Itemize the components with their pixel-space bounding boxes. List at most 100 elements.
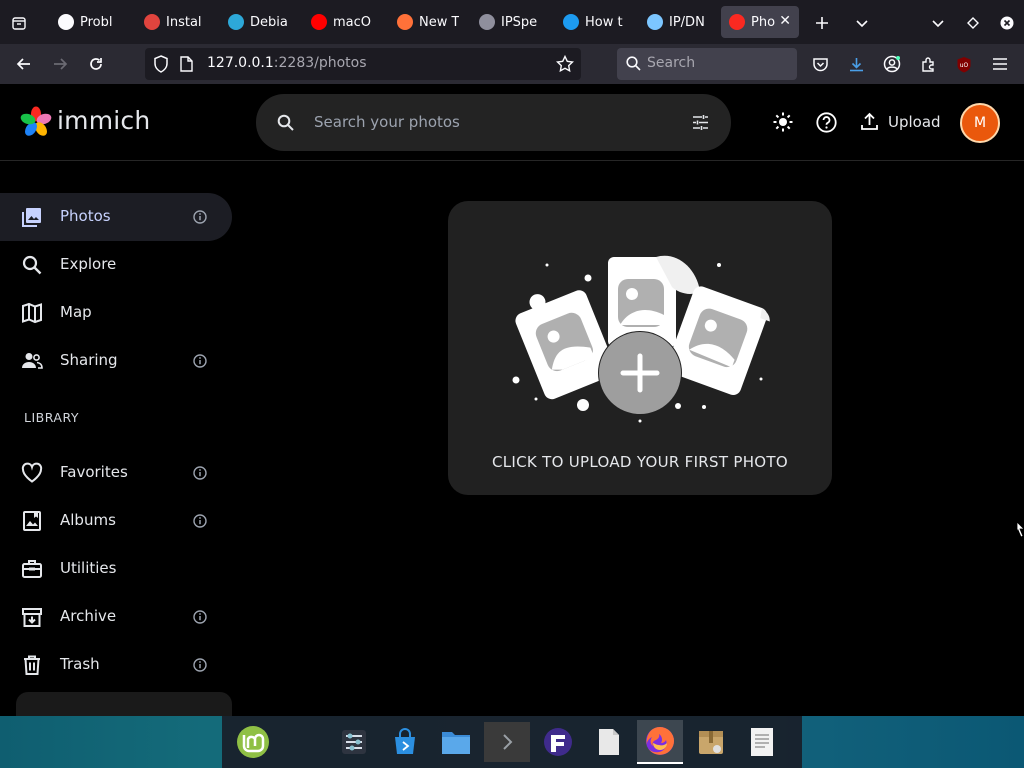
text-file-icon[interactable] bbox=[586, 720, 632, 764]
hamburger-menu-icon[interactable] bbox=[986, 50, 1014, 78]
tab-list-icon[interactable] bbox=[8, 12, 30, 34]
system-settings-icon[interactable] bbox=[331, 720, 377, 764]
sidebar-item-label: Albums bbox=[60, 511, 116, 529]
files-icon[interactable] bbox=[433, 720, 479, 764]
info-icon[interactable] bbox=[193, 658, 207, 672]
pocket-icon[interactable] bbox=[806, 50, 834, 78]
storage-panel bbox=[16, 692, 232, 716]
help-icon[interactable] bbox=[816, 112, 837, 137]
info-icon[interactable] bbox=[193, 466, 207, 480]
avatar-initial: M bbox=[973, 115, 987, 131]
mouse-cursor-icon bbox=[1016, 521, 1024, 538]
browser-tab[interactable]: New T bbox=[389, 6, 467, 38]
debian-icon bbox=[228, 14, 244, 30]
browser-tab[interactable]: Pho ✕ bbox=[721, 6, 799, 38]
archive-manager-icon[interactable] bbox=[688, 720, 734, 764]
info-icon[interactable] bbox=[193, 610, 207, 624]
mint-menu-icon[interactable] bbox=[230, 720, 276, 764]
page-icon[interactable] bbox=[180, 56, 193, 76]
info-icon[interactable] bbox=[193, 210, 207, 224]
sidebar-item-trash[interactable]: Trash bbox=[0, 641, 232, 689]
upload-button[interactable]: Upload bbox=[888, 113, 941, 131]
network-icon bbox=[647, 14, 663, 30]
chrome-icon bbox=[144, 14, 160, 30]
tab-title: macO bbox=[333, 14, 372, 30]
photo-search-input[interactable]: Search your photos bbox=[314, 113, 460, 131]
map-icon bbox=[22, 302, 42, 324]
immich-icon bbox=[729, 14, 745, 30]
text-editor-icon[interactable] bbox=[739, 720, 785, 764]
software-store-icon[interactable] bbox=[382, 720, 428, 764]
browser-tab[interactable]: IP/DN bbox=[639, 6, 717, 38]
tab-title: Instal bbox=[166, 14, 202, 30]
window-close-icon[interactable] bbox=[996, 12, 1018, 34]
browser-tab[interactable]: Instal bbox=[136, 6, 216, 38]
sidebar-item-label: Photos bbox=[60, 207, 111, 225]
url-text[interactable]: 127.0.0.1:2283/photos bbox=[207, 55, 367, 71]
sidebar-item-map[interactable]: Map bbox=[0, 289, 232, 337]
info-icon[interactable] bbox=[193, 514, 207, 528]
sidebar-item-favorites[interactable]: Favorites bbox=[0, 449, 232, 497]
shield-icon[interactable] bbox=[153, 55, 169, 77]
browser-tab[interactable]: How t bbox=[555, 6, 635, 38]
sidebar-item-label: Favorites bbox=[60, 463, 128, 481]
trash-icon bbox=[24, 655, 40, 675]
sidebar-item-archive[interactable]: Archive bbox=[0, 593, 232, 641]
immich-logo-icon[interactable] bbox=[20, 106, 52, 142]
tab-title: Pho bbox=[751, 14, 776, 30]
firefox-icon[interactable] bbox=[637, 720, 683, 764]
upload-first-photo-card[interactable]: CLICK TO UPLOAD YOUR FIRST PHOTO bbox=[448, 201, 832, 495]
window-maximize-icon[interactable] bbox=[962, 12, 984, 34]
upload-prompt-text[interactable]: CLICK TO UPLOAD YOUR FIRST PHOTO bbox=[448, 453, 832, 471]
url-bar[interactable]: 127.0.0.1:2283/photos bbox=[145, 48, 581, 80]
back-arrow-icon[interactable] bbox=[10, 50, 38, 78]
sidebar-item-label: Archive bbox=[60, 607, 117, 625]
info-icon[interactable] bbox=[193, 354, 207, 368]
sidebar-item-sharing[interactable]: Sharing bbox=[0, 337, 232, 385]
sidebar-item-label: Sharing bbox=[60, 351, 118, 369]
sidebar-item-utilities[interactable]: Utilities bbox=[0, 545, 232, 593]
bookmark-star-icon[interactable] bbox=[555, 54, 575, 77]
upload-illustration bbox=[512, 255, 770, 423]
browser-tab-strip: Probl Instal Debia macO New T IPSpe How t IP/DN… bbox=[0, 0, 1024, 44]
photo-search-bar[interactable]: Search your photos bbox=[256, 94, 731, 151]
browser-tab[interactable]: Debia bbox=[220, 6, 299, 38]
magnify-icon bbox=[22, 255, 42, 275]
browser-tab[interactable]: macO bbox=[303, 6, 385, 38]
sidebar-item-albums[interactable]: Albums bbox=[0, 497, 232, 545]
search-placeholder: Search bbox=[647, 55, 696, 71]
tab-title: Probl bbox=[80, 14, 113, 30]
sidebar-item-photos[interactable]: Photos bbox=[0, 193, 232, 241]
downloads-icon[interactable] bbox=[842, 50, 870, 78]
search-icon bbox=[626, 56, 641, 75]
user-avatar[interactable]: M bbox=[960, 103, 1000, 143]
browser-search-field[interactable]: Search bbox=[617, 48, 797, 80]
app-logo-text[interactable]: immich bbox=[57, 106, 150, 135]
tab-overflow-chevron-icon[interactable] bbox=[851, 12, 873, 34]
upload-icon[interactable] bbox=[860, 112, 879, 135]
account-icon[interactable] bbox=[878, 50, 906, 78]
filter-options-icon[interactable] bbox=[692, 114, 709, 135]
sidebar-item-explore[interactable]: Explore bbox=[0, 241, 232, 289]
forward-arrow-icon[interactable] bbox=[46, 50, 74, 78]
url-host: 127.0.0.1 bbox=[207, 55, 274, 71]
close-tab-icon[interactable]: ✕ bbox=[779, 13, 791, 29]
extensions-icon[interactable] bbox=[914, 50, 942, 78]
window-minimize-icon[interactable] bbox=[927, 12, 949, 34]
new-tab-button[interactable] bbox=[811, 12, 833, 34]
tab-title: IPSpe bbox=[501, 14, 538, 30]
tab-title: Debia bbox=[250, 14, 288, 30]
search-icon[interactable] bbox=[277, 114, 294, 135]
reload-icon[interactable] bbox=[82, 50, 110, 78]
sidebar-item-label: Explore bbox=[60, 255, 117, 273]
browser-navigation-bar: 127.0.0.1:2283/photos Search uO bbox=[0, 44, 1024, 84]
browser-tab[interactable]: Probl bbox=[50, 6, 132, 38]
heart-icon bbox=[21, 462, 43, 483]
theme-toggle-sun-icon[interactable] bbox=[773, 112, 793, 136]
browser-tab[interactable]: IPSpe bbox=[471, 6, 551, 38]
ublock-origin-icon[interactable]: uO bbox=[950, 50, 978, 78]
sidebar-item-label: Map bbox=[60, 303, 92, 321]
terminal-icon[interactable] bbox=[484, 720, 530, 764]
tab-title: How t bbox=[585, 14, 623, 30]
filezilla-icon[interactable] bbox=[535, 720, 581, 764]
